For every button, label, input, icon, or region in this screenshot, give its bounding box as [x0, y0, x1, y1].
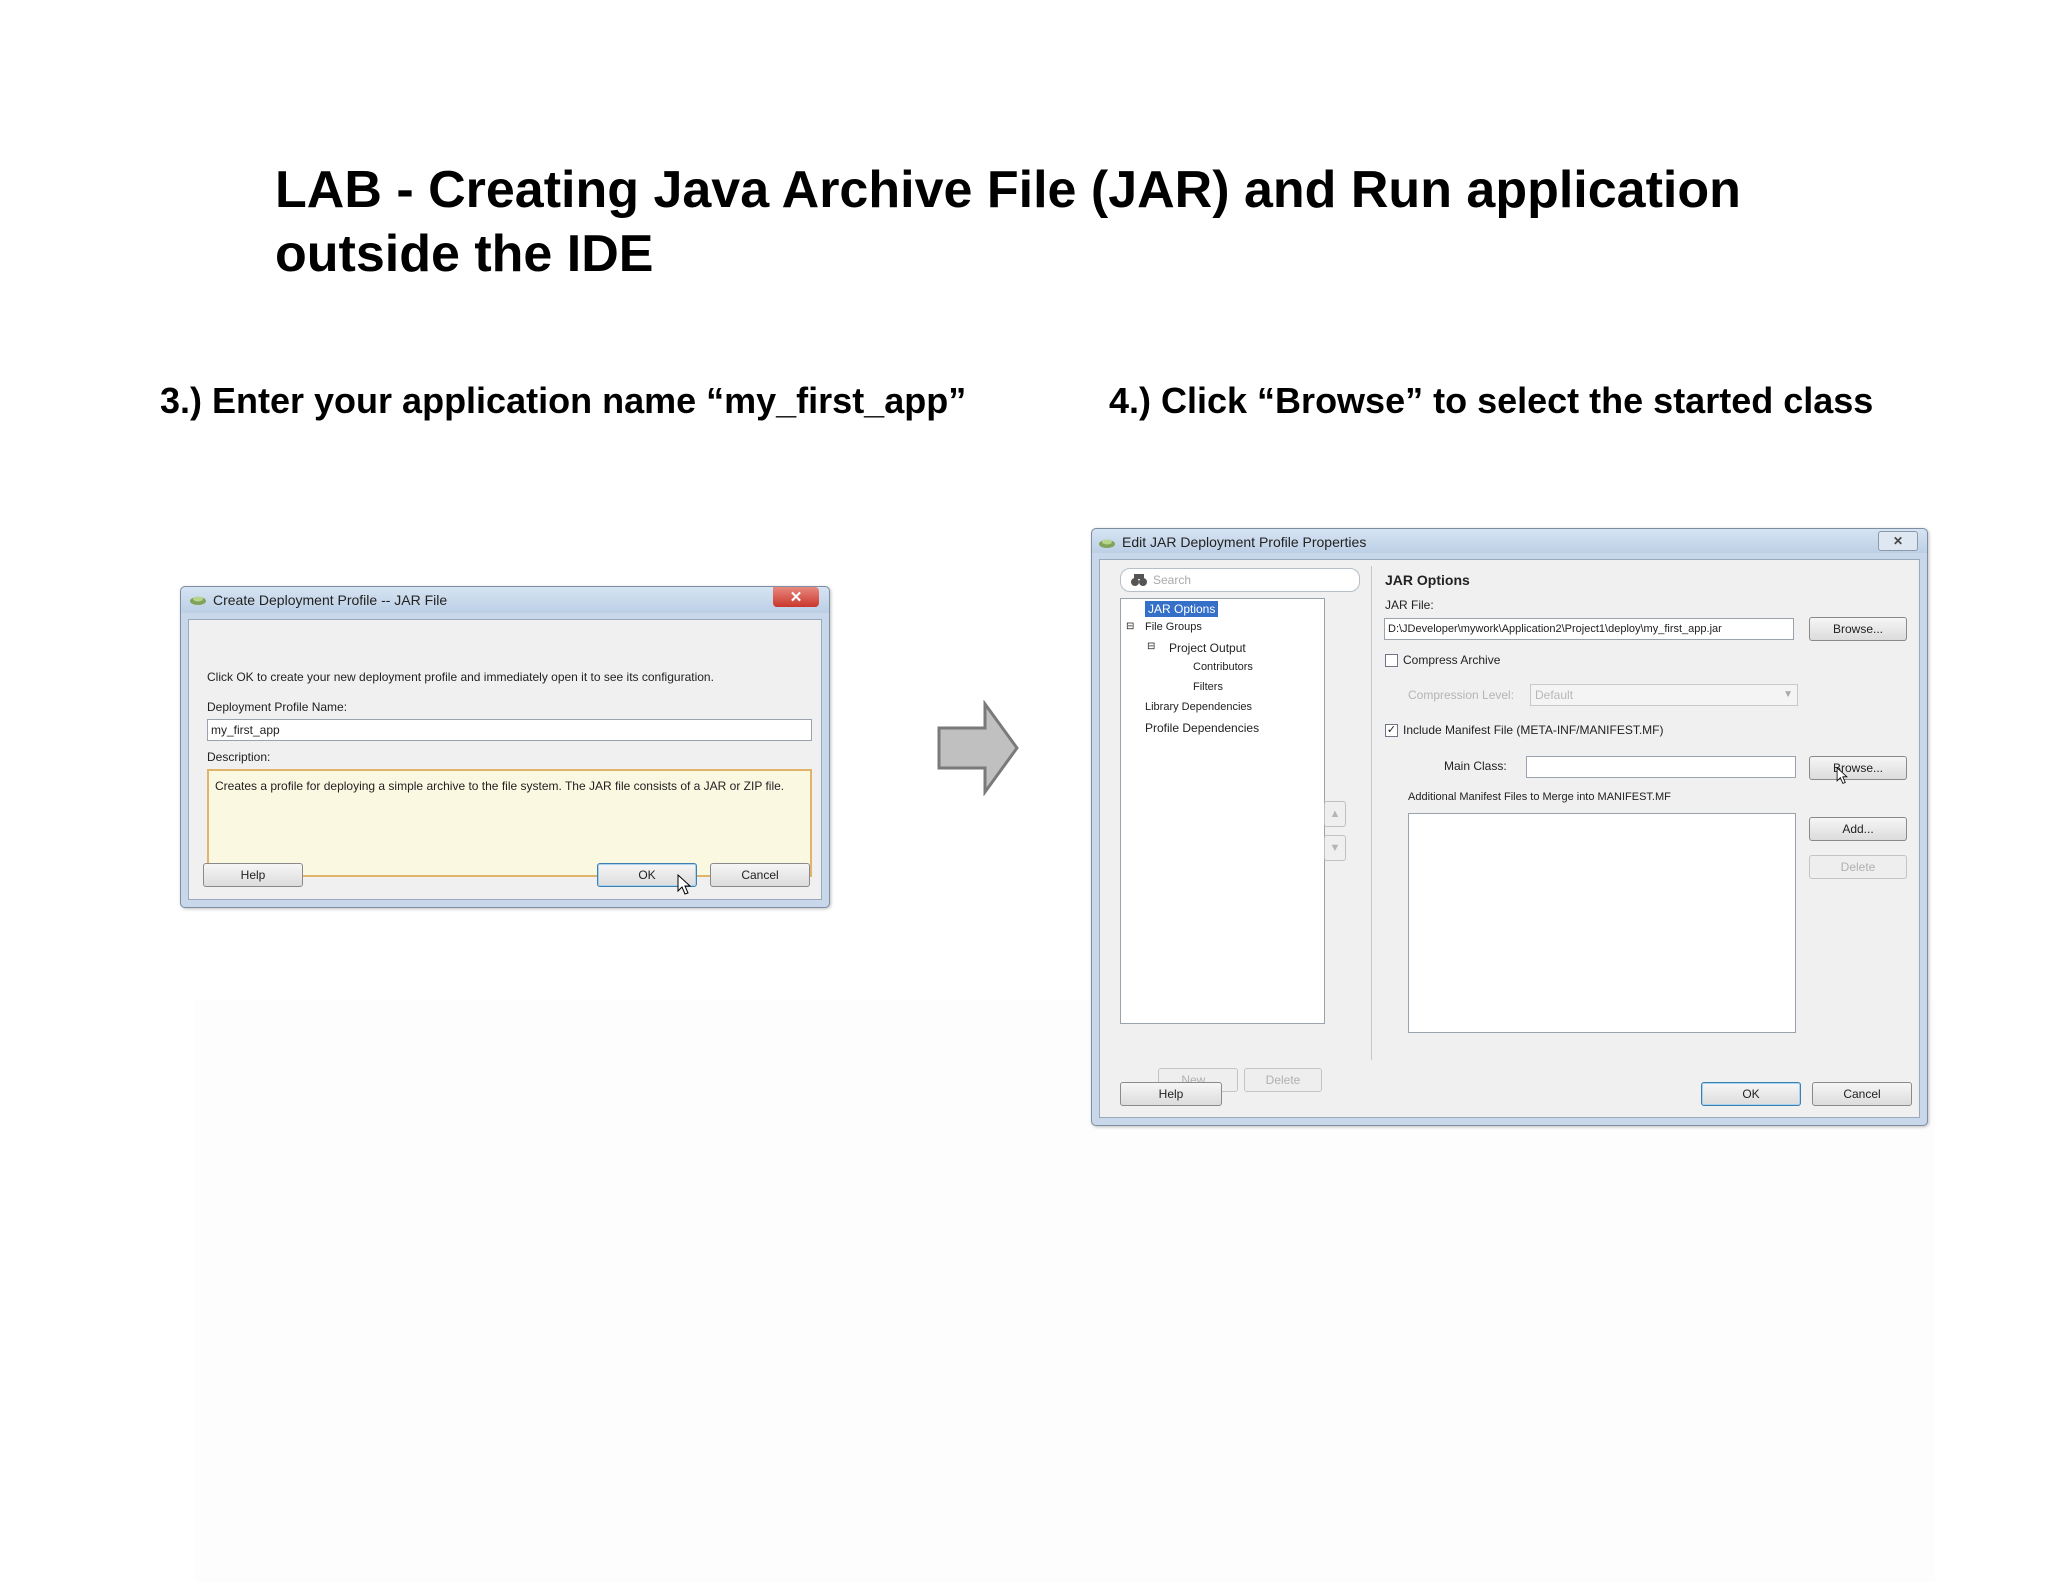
dialog-titlebar: Edit JAR Deployment Profile Properties ✕ [1092, 529, 1927, 553]
help-button[interactable]: Help [1120, 1082, 1222, 1106]
compress-label: Compress Archive [1403, 653, 1501, 667]
step-3-caption: 3.) Enter your application name “my_firs… [160, 380, 967, 421]
dialog-title: Edit JAR Deployment Profile Properties [1122, 534, 1367, 550]
dialog-titlebar: Create Deployment Profile -- JAR File ✕ [181, 587, 829, 613]
move-down-icon[interactable]: ▼ [1324, 835, 1346, 861]
close-icon[interactable]: ✕ [773, 587, 819, 607]
dialog-body: Click OK to create your new deployment p… [188, 619, 822, 900]
tree-item-jar-options[interactable]: JAR Options [1145, 601, 1219, 617]
compression-level-label: Compression Level: [1408, 688, 1515, 702]
main-class-input[interactable] [1526, 756, 1796, 778]
instruction-text: Click OK to create your new deployment p… [207, 670, 714, 684]
help-button[interactable]: Help [203, 863, 303, 887]
chevron-down-icon: ▼ [1783, 689, 1793, 700]
collapse-icon[interactable]: ⊟ [1126, 621, 1134, 632]
additional-manifest-label: Additional Manifest Files to Merge into … [1408, 791, 1671, 803]
cancel-button[interactable]: Cancel [1812, 1082, 1912, 1106]
main-class-label: Main Class: [1444, 759, 1507, 773]
close-icon[interactable]: ✕ [1878, 531, 1918, 551]
step-4-caption: 4.) Click “Browse” to select the started… [1109, 380, 1874, 421]
mouse-cursor-icon [677, 874, 691, 895]
right-arrow-icon [937, 700, 1019, 796]
dialog-body: Search JAR Options ⊟ File Groups ⊟ Proje… [1099, 559, 1920, 1118]
cancel-button[interactable]: Cancel [710, 863, 810, 887]
include-manifest-checkbox[interactable]: ✓ [1385, 724, 1398, 737]
jar-file-input[interactable]: D:\JDeveloper\mywork\Application2\Projec… [1384, 618, 1794, 640]
panel-divider [1371, 566, 1372, 1060]
collapse-icon[interactable]: ⊟ [1147, 641, 1155, 652]
tree-item-profile-dependencies[interactable]: Profile Dependencies [1145, 721, 1259, 735]
include-manifest-label: Include Manifest File (META-INF/MANIFEST… [1403, 723, 1664, 737]
delete-button[interactable]: Delete [1244, 1068, 1322, 1092]
slide-title: LAB - Creating Java Archive File (JAR) a… [275, 161, 1741, 283]
compression-level-value: Default [1535, 688, 1574, 702]
tree-item-filters[interactable]: Filters [1193, 681, 1223, 693]
navigation-tree: JAR Options ⊟ File Groups ⊟ Project Outp… [1120, 598, 1325, 1024]
additional-manifest-list[interactable] [1408, 813, 1796, 1033]
profile-name-label: Deployment Profile Name: [207, 700, 348, 714]
tree-item-project-output[interactable]: Project Output [1169, 641, 1246, 655]
search-input[interactable]: Search [1120, 568, 1360, 592]
description-textarea[interactable]: Creates a profile for deploying a simple… [207, 769, 812, 877]
section-title: JAR Options [1385, 572, 1470, 588]
app-icon [1099, 539, 1115, 548]
edit-jar-profile-dialog: Edit JAR Deployment Profile Properties ✕… [1091, 528, 1928, 1126]
jar-browse-button[interactable]: Browse... [1809, 617, 1907, 641]
tree-item-file-groups[interactable]: File Groups [1145, 621, 1202, 633]
create-deployment-profile-dialog: Create Deployment Profile -- JAR File ✕ … [180, 586, 830, 908]
binoculars-icon [1131, 574, 1147, 586]
ok-button[interactable]: OK [1701, 1082, 1801, 1106]
dialog-title: Create Deployment Profile -- JAR File [213, 592, 448, 608]
remove-button[interactable]: Delete [1809, 855, 1907, 879]
main-class-browse-button[interactable]: Browse... [1809, 756, 1907, 780]
compression-level-select[interactable]: Default ▼ [1530, 684, 1798, 706]
add-button[interactable]: Add... [1809, 817, 1907, 841]
tree-item-contributors[interactable]: Contributors [1193, 661, 1253, 673]
move-up-icon[interactable]: ▲ [1324, 801, 1346, 827]
description-label: Description: [207, 750, 271, 764]
tree-item-library-dependencies[interactable]: Library Dependencies [1145, 701, 1252, 713]
app-icon [190, 596, 206, 605]
compress-checkbox[interactable] [1385, 654, 1398, 667]
jar-file-label: JAR File: [1385, 598, 1434, 612]
profile-name-input[interactable]: my_first_app [207, 719, 812, 741]
mouse-cursor-icon [1836, 767, 1848, 784]
